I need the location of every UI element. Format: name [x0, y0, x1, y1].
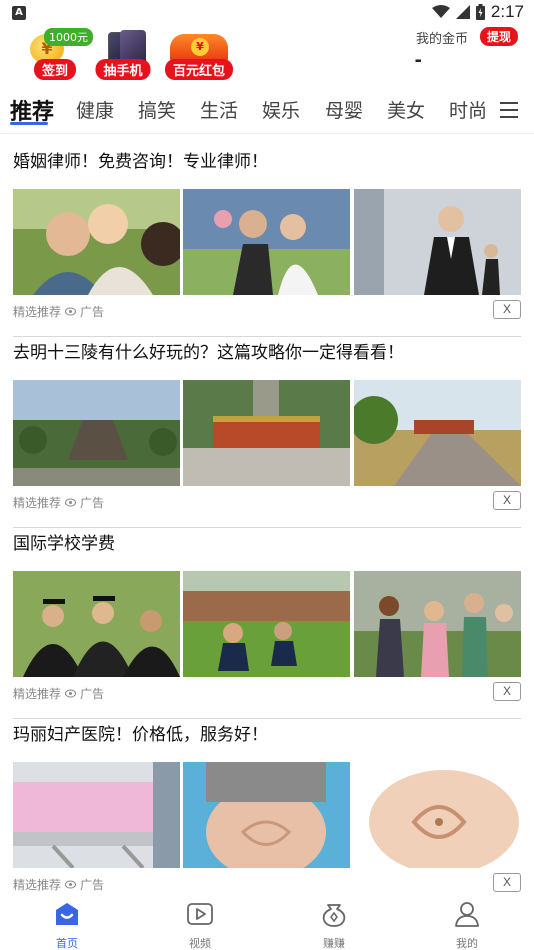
red-packet-button[interactable]: ¥ 百元红包 [162, 28, 236, 84]
ad-label: 广告 [80, 878, 105, 892]
card-source: 精选推荐 [13, 878, 62, 892]
gold-value: - [414, 50, 422, 71]
card-meta: 精选推荐 广告 [13, 876, 104, 893]
nav-earn-label: 赚赚 [323, 937, 345, 950]
ad-eye-icon [65, 880, 77, 889]
earn-icon [322, 904, 346, 927]
tab-life[interactable]: 生活 [200, 96, 238, 123]
wifi-icon [431, 5, 450, 18]
gold-coins-panel: 我的金币 提现 - [398, 27, 518, 84]
close-ad-button[interactable]: X [493, 491, 521, 510]
video-icon [187, 903, 213, 925]
tab-fashion[interactable]: 时尚 [449, 96, 487, 123]
ad-eye-icon [65, 498, 77, 507]
card-title: 婚姻律师！免费咨询！专业律师！ [13, 152, 268, 172]
status-time: 2:17 [490, 2, 524, 21]
nav-home[interactable]: 首页 [27, 900, 107, 950]
battery-icon [475, 4, 485, 20]
checkin-label: 签到 [33, 59, 77, 80]
tab-beauty[interactable]: 美女 [387, 96, 425, 123]
card-meta: 精选推荐 广告 [13, 494, 104, 511]
tab-funny[interactable]: 搞笑 [138, 96, 176, 123]
nav-video-label: 视频 [189, 937, 211, 950]
card-meta: 精选推荐 广告 [13, 685, 104, 702]
ad-image [183, 571, 350, 677]
red-packet-coin-icon: ¥ [191, 38, 209, 56]
nav-profile-label: 我的 [456, 937, 478, 950]
ad-label: 广告 [80, 496, 105, 510]
close-ad-button[interactable]: X [493, 682, 521, 701]
card-title: 去明十三陵有什么好玩的？这篇攻略你一定得看看！ [13, 343, 404, 363]
close-ad-button[interactable]: X [493, 873, 521, 892]
ad-image [183, 380, 350, 486]
card-meta: 精选推荐 广告 [13, 303, 104, 320]
card-images [13, 571, 521, 677]
ad-image [13, 762, 180, 868]
ad-eye-icon [65, 689, 77, 698]
ad-image [354, 571, 521, 677]
card-images [13, 380, 521, 486]
divider [13, 718, 521, 719]
ad-image [183, 189, 350, 295]
active-tab-indicator [10, 122, 48, 125]
nav-home-label: 首页 [56, 937, 78, 950]
nav-profile[interactable]: 我的 [427, 900, 507, 950]
tab-health[interactable]: 健康 [76, 96, 114, 123]
ad-eye-icon [65, 307, 77, 316]
home-icon [56, 903, 78, 925]
card-source: 精选推荐 [13, 496, 62, 510]
card-title: 国际学校学费 [13, 534, 115, 554]
card-images [13, 189, 521, 295]
ad-image [13, 380, 180, 486]
menu-icon[interactable] [500, 102, 518, 118]
withdraw-button[interactable]: 提现 [479, 27, 518, 46]
ad-label: 广告 [80, 687, 105, 701]
nav-video[interactable]: 视频 [160, 900, 240, 950]
card-title: 玛丽妇产医院！价格低，服务好！ [13, 725, 268, 745]
ad-image [13, 189, 180, 295]
card-source: 精选推荐 [13, 687, 62, 701]
draw-phone-button[interactable]: 抽手机 [88, 28, 158, 84]
tab-entertainment[interactable]: 娱乐 [262, 96, 300, 123]
tab-parenting[interactable]: 母婴 [325, 96, 363, 123]
category-tabs: 推荐 健康 搞笑 生活 娱乐 母婴 美女 时尚 [0, 90, 534, 134]
signal-icon [455, 5, 470, 19]
ad-image [354, 380, 521, 486]
ad-image [354, 189, 521, 295]
draw-phone-label: 抽手机 [95, 59, 151, 80]
divider [13, 336, 521, 337]
ad-image [13, 571, 180, 677]
close-ad-button[interactable]: X [493, 300, 521, 319]
notification-icon: A [12, 6, 26, 20]
status-bar: A 2:17 [0, 0, 534, 28]
checkin-button[interactable]: ¥ 1000元 签到 [20, 28, 93, 84]
ad-image [183, 762, 350, 868]
checkin-reward-tag: 1000元 [44, 28, 93, 46]
ad-label: 广告 [80, 305, 105, 319]
red-packet-label: 百元红包 [164, 59, 234, 80]
promo-strip: ¥ 1000元 签到 抽手机 ¥ 百元红包 我的金币 提现 - [0, 27, 534, 90]
bottom-nav: 首页 视频 赚赚 我的 [0, 894, 534, 950]
ad-image [354, 762, 521, 868]
gold-label: 我的金币 [415, 32, 468, 47]
card-source: 精选推荐 [13, 305, 62, 319]
status-icons: 2:17 [431, 2, 524, 22]
profile-icon [455, 902, 479, 927]
divider [13, 527, 521, 528]
nav-earn[interactable]: 赚赚 [294, 900, 374, 950]
card-images [13, 762, 521, 868]
